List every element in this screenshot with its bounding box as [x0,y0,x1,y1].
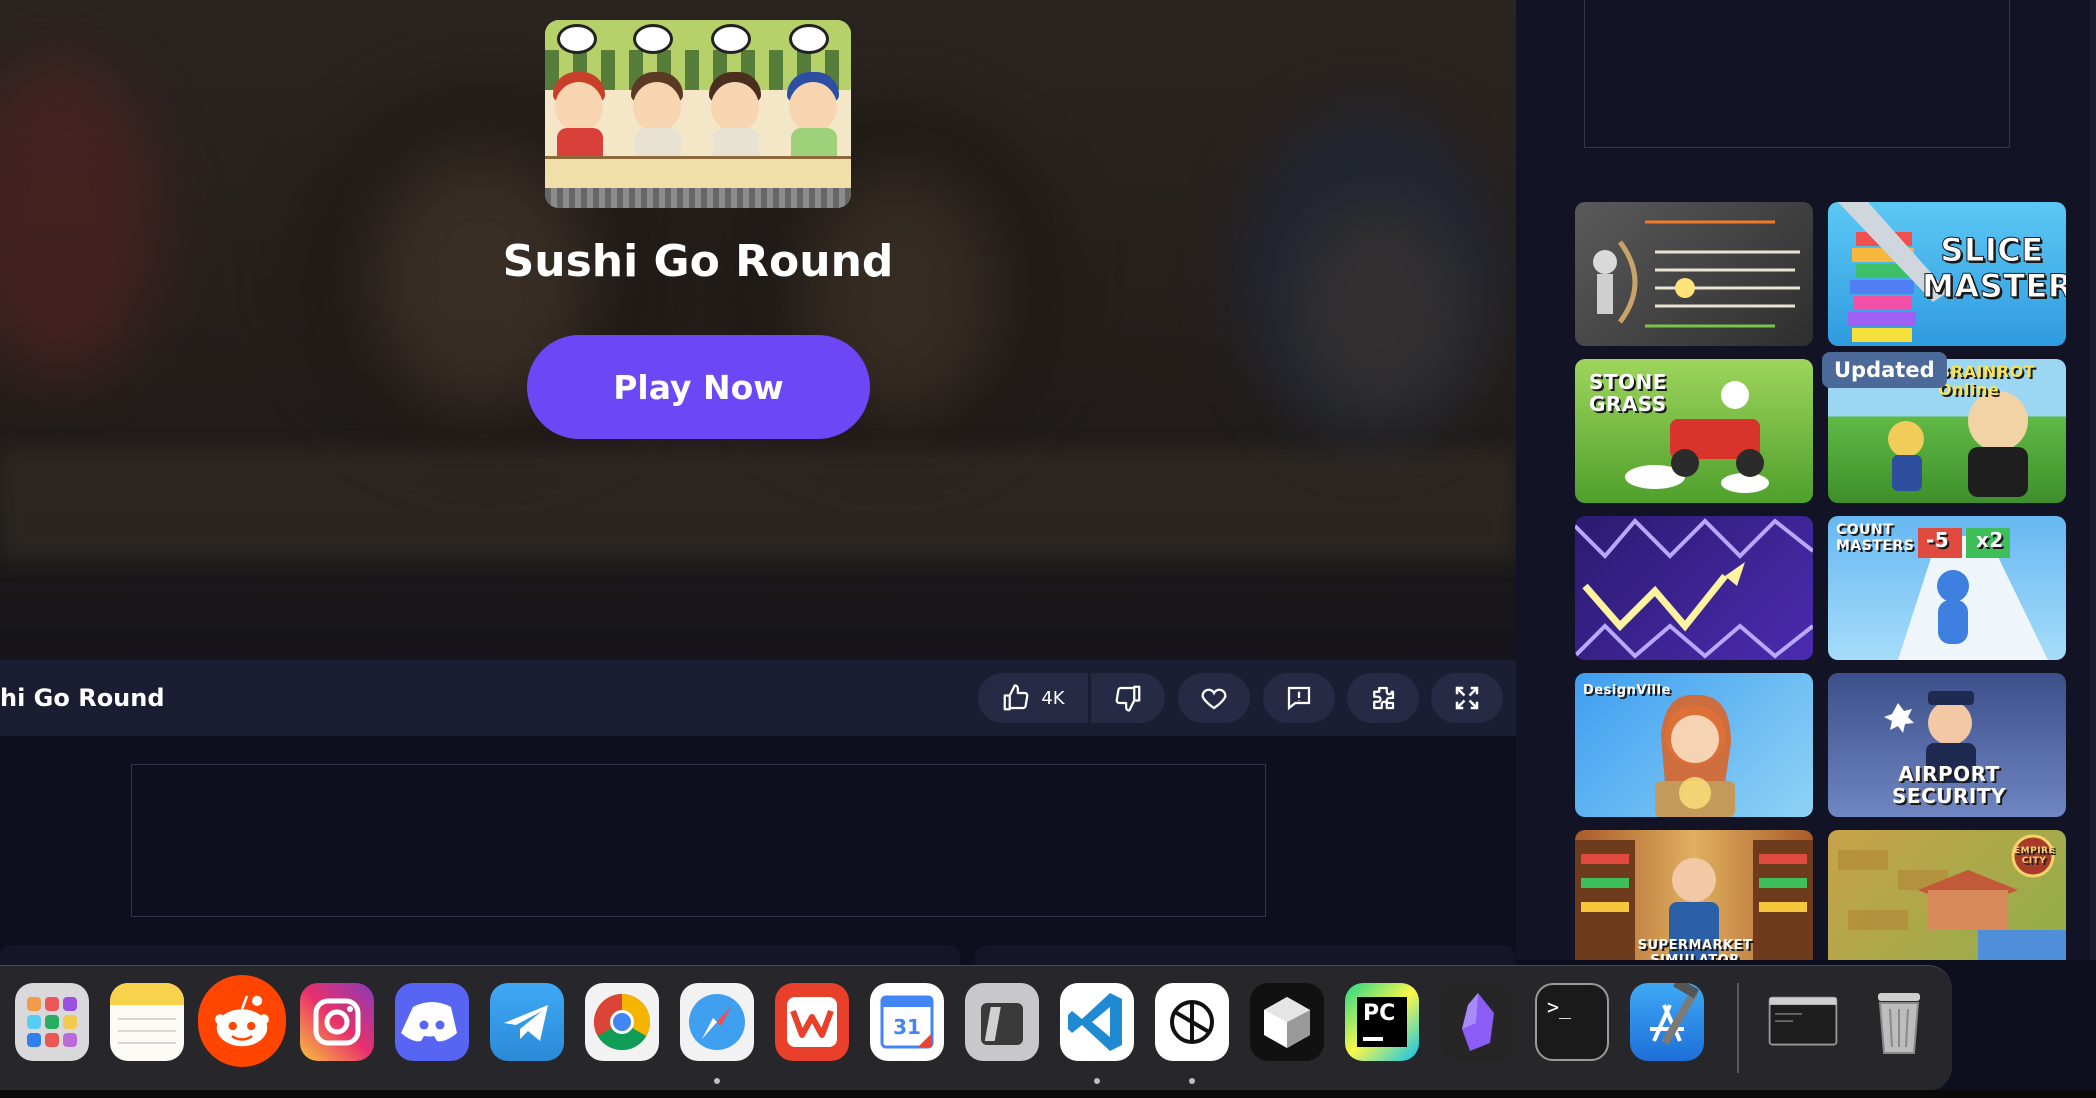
telegram-icon [504,1005,548,1041]
ad-placeholder [131,764,1266,917]
notes-app[interactable] [110,983,184,1061]
dock-separator [1737,983,1739,1073]
telegram-app[interactable] [490,983,564,1061]
reddit-app[interactable] [198,975,286,1067]
heart-icon [1201,688,1227,710]
instagram-app[interactable] [300,983,374,1061]
launchpad-icon [27,997,77,1047]
parallels-app[interactable] [965,983,1039,1061]
game-tile-count-masters[interactable]: COUNT MASTERS -5 x2 [1828,516,2066,660]
safari-icon [689,994,745,1050]
vscode-icon [1068,993,1122,1051]
thumbs-up-icon [1003,684,1029,711]
notes-icon [110,983,184,1044]
game-tile-airport-security[interactable]: AIRPORT SECURITY [1828,673,2066,817]
wave-art [1575,518,1813,659]
tile-label: SLICE MASTER [1922,231,2067,305]
game-tile-archery[interactable] [1575,202,1813,346]
content-card [975,945,1515,965]
embed-button[interactable] [1347,673,1419,723]
calendar-day: 31 [893,1015,921,1039]
report-button[interactable] [1263,673,1335,723]
unity-icon [1264,997,1310,1048]
chatgpt-app[interactable] [1155,983,1229,1061]
like-button[interactable]: 4K [978,673,1088,723]
wps-office-app[interactable] [775,983,849,1061]
sidebar-ad-placeholder [1584,0,2010,148]
parallels-icon [981,1003,1023,1045]
running-indicator [714,1078,720,1084]
running-indicator [1094,1078,1100,1084]
instagram-icon [313,998,361,1046]
terminal-app[interactable]: >_ [1535,983,1609,1061]
chatgpt-icon [1170,1000,1214,1044]
game-tile-stone-grass[interactable]: STONE GRASS [1575,359,1813,503]
xcode-app[interactable] [1630,983,1704,1061]
vscode-app[interactable] [1060,983,1134,1061]
obsidian-app[interactable] [1440,983,1514,1061]
running-indicator [1189,1078,1195,1084]
wps-icon [787,997,837,1047]
tile-label: COUNT MASTERS [1836,522,1915,554]
like-count: 4K [1041,687,1065,709]
multiply-tag: x2 [1976,528,2004,552]
pycharm-app[interactable]: PC [1345,983,1419,1061]
reddit-icon [215,995,269,1047]
puzzle-icon [1373,686,1395,710]
xcode-icon [1650,983,1699,1045]
play-now-button[interactable]: Play Now [527,335,870,439]
google-calendar-app[interactable]: 31 [870,983,944,1061]
game-thumbnail [545,20,851,208]
obsidian-icon [1462,993,1494,1051]
tile-label: STONE GRASS [1589,370,1667,416]
window-icon [1768,996,1838,1046]
safari-app[interactable] [680,983,754,1061]
thumbs-down-icon [1115,685,1141,712]
scrollbar[interactable] [2090,0,2096,960]
fullscreen-icon [1455,686,1479,710]
fullscreen-button[interactable] [1431,673,1503,723]
content-card [0,945,960,965]
minus-tag: -5 [1926,528,1950,552]
game-tile-supermarket-simulator[interactable]: SUPERMARKET SIMULATOR [1575,830,1813,960]
chrome-icon [593,993,651,1051]
browser-page: Sushi Go Round Play Now hi Go Round 4K S… [0,0,2096,1098]
game-tile-design-ville[interactable]: DesignVille [1575,673,1813,817]
game-control-bar: hi Go Round 4K [0,660,1516,736]
game-title: Sushi Go Round [502,236,894,287]
gamebar-title: hi Go Round [0,684,165,712]
report-icon [1287,686,1311,711]
game-tile-empire-city[interactable]: EMPIRE CITY [1828,830,2066,960]
archery-art [1593,220,1800,328]
terminal-prompt: >_ [1547,995,1572,1019]
tile-label: DesignVille [1583,683,1671,698]
tile-label: SUPERMARKET SIMULATOR [1637,938,1753,960]
game-tile-slice-master[interactable]: SLICE MASTER [1828,202,2066,346]
trash-app[interactable] [1862,983,1936,1061]
trash-icon [1878,993,1920,1054]
chrome-app[interactable] [585,983,659,1061]
tile-label: BRAINROT Online [1938,362,2036,399]
unity-app[interactable] [1250,983,1324,1061]
pycharm-label: PC [1363,1001,1396,1026]
game-tile-geometry-wave[interactable] [1575,516,1813,660]
tile-label: AIRPORT SECURITY [1892,762,2006,808]
tile-label: EMPIRE CITY [2014,846,2056,866]
dislike-button[interactable] [1091,673,1165,723]
favorite-button[interactable] [1178,673,1250,723]
discord-app[interactable] [395,983,469,1061]
game-stage: Sushi Go Round Play Now [0,0,1516,660]
launchpad-app[interactable] [15,983,89,1061]
updated-badge: Updated [1822,352,1947,388]
screen-preview-app[interactable] [1762,983,1844,1061]
discord-icon [401,1002,457,1042]
